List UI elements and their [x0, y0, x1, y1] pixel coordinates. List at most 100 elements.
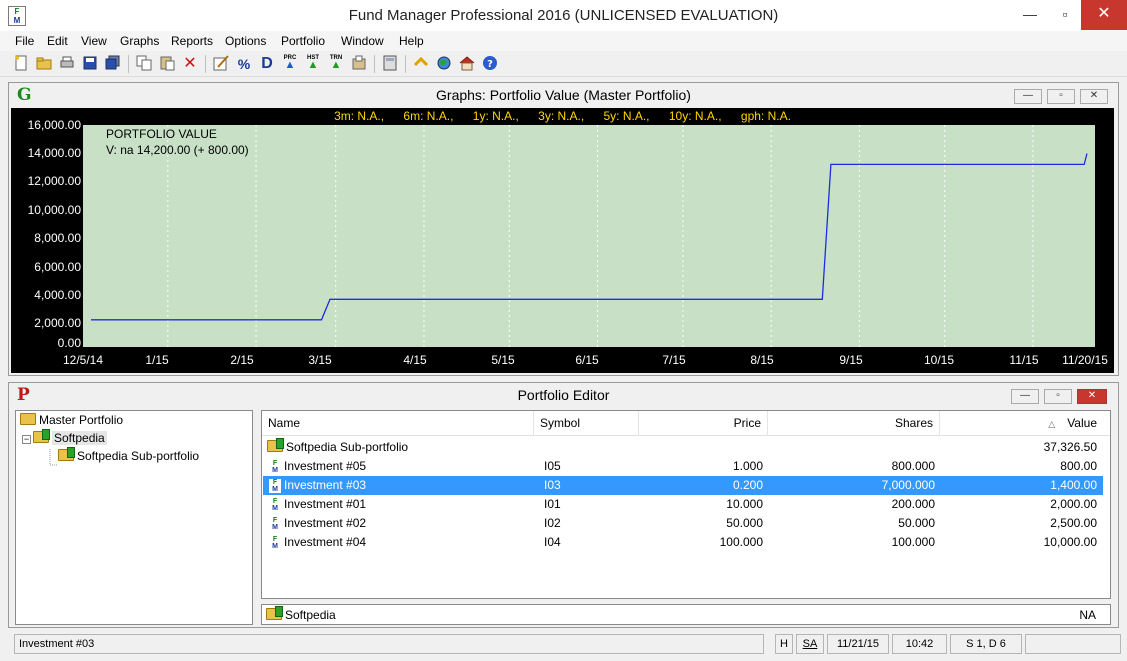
history-icon[interactable]: HST ▲ [304, 55, 322, 73]
x-tick-label: 11/15 [1009, 353, 1039, 367]
delete-icon[interactable]: ✕ [181, 55, 199, 73]
column-header-symbol[interactable]: Symbol [534, 411, 639, 436]
print-icon[interactable] [58, 55, 76, 73]
grid-header: Name Symbol Price Shares △ Value [262, 411, 1110, 436]
calculator-icon[interactable] [381, 55, 399, 73]
x-tick-label: 3/15 [308, 353, 332, 367]
close-icon: ✕ [1087, 390, 1097, 401]
x-tick-label: 10/15 [923, 353, 955, 367]
save-icon[interactable] [81, 55, 99, 73]
portfolio-folder-icon [266, 606, 283, 620]
status-text: Investment #03 [14, 634, 764, 654]
graph-window-title: Graphs: Portfolio Value (Master Portfoli… [436, 87, 691, 103]
status-sa[interactable]: SA [796, 634, 824, 654]
cell-value: 37,326.50 [1043, 440, 1097, 454]
transactions-icon[interactable]: TRN ▲ [327, 55, 345, 73]
table-row[interactable]: F M Investment #02 I02 50.000 50.000 2,500… [263, 514, 1103, 533]
table-row[interactable]: F M Investment #01 I01 10.000 200.000 2,00… [263, 495, 1103, 514]
column-header-value[interactable]: △ Value [940, 411, 1103, 436]
cell-price: 50.000 [726, 516, 763, 530]
edit-icon[interactable] [212, 55, 230, 73]
title-bar: F M Fund Manager Professional 2016 (UNLI… [0, 0, 1127, 31]
x-tick-label: 12/5/14 [62, 353, 104, 367]
x-tick-label: 11/20/15 [1062, 353, 1108, 367]
menu-graphs[interactable]: Graphs [120, 34, 159, 48]
menu-file[interactable]: File [15, 34, 34, 48]
cell-symbol: I01 [544, 497, 561, 511]
refresh-icon[interactable] [412, 55, 430, 73]
fund-icon: FM [269, 479, 281, 493]
menu-help[interactable]: Help [399, 34, 424, 48]
web-icon[interactable] [435, 55, 453, 73]
maximize-button[interactable]: ▫ [1048, 0, 1082, 30]
cell-shares: 100.000 [891, 535, 935, 549]
restore-icon: ▫ [1056, 390, 1060, 401]
column-header-price[interactable]: Price [639, 411, 768, 436]
help-icon[interactable]: ? [481, 55, 499, 73]
toolbar-separator [128, 55, 129, 73]
cell-shares [773, 438, 935, 457]
menu-view[interactable]: View [81, 34, 107, 48]
close-button[interactable]: ✕ [1081, 0, 1127, 30]
graph-restore-button[interactable]: ▫ [1047, 89, 1075, 104]
x-tick-label: 4/15 [403, 353, 427, 367]
home-icon[interactable] [458, 55, 476, 73]
y-tick-label: 4,000.00 [34, 288, 81, 302]
portfolio-tree[interactable]: Master Portfolio − Softpedia Softpedia Su… [15, 410, 253, 625]
import-icon[interactable] [350, 55, 368, 73]
editor-close-button[interactable]: ✕ [1077, 389, 1107, 404]
cell-value: 1,400.00 [1050, 478, 1097, 492]
cell-name: F M Investment #01 [269, 495, 366, 514]
y-tick-label: 10,000.00 [27, 203, 81, 217]
table-row[interactable]: F M Investment #04 I04 100.000 100.000 10,… [263, 533, 1103, 552]
graph-minimize-button[interactable]: — [1014, 89, 1042, 104]
percent-icon[interactable]: % [235, 55, 253, 73]
minimize-icon: — [1020, 390, 1030, 401]
close-icon: ✕ [1097, 5, 1111, 22]
copy-icon[interactable] [135, 55, 153, 73]
stat-10y: 10y: N.A., [668, 109, 722, 123]
column-header-name[interactable]: Name [262, 411, 534, 436]
menu-portfolio[interactable]: Portfolio [281, 34, 325, 48]
paste-icon[interactable] [158, 55, 176, 73]
holdings-grid[interactable]: Name Symbol Price Shares △ Value Softpedi… [261, 410, 1111, 599]
cell-symbol: I05 [544, 459, 561, 473]
minimize-icon: — [1023, 6, 1037, 22]
table-row[interactable]: Softpedia Sub-portfolio 37,326.50 [263, 438, 1103, 457]
x-tick-label: 8/15 [750, 353, 774, 367]
toolbar-separator [374, 55, 375, 73]
graph-area[interactable]: 3m: N.A., 6m: N.A., 1y: N.A., 3y: N.A., … [11, 108, 1114, 373]
toolbar-separator [205, 55, 206, 73]
status-sd: S 1, D 6 [950, 634, 1022, 654]
prices-icon[interactable]: PRC ▲ [281, 55, 299, 73]
series-line-portfolio-value [91, 153, 1088, 321]
minimize-icon: — [1023, 90, 1033, 101]
editor-restore-button[interactable]: ▫ [1044, 389, 1072, 404]
menu-window[interactable]: Window [341, 34, 384, 48]
y-tick-label: 2,000.00 [34, 316, 81, 330]
menu-edit[interactable]: Edit [47, 34, 68, 48]
fund-icon: FM [272, 498, 278, 512]
menu-reports[interactable]: Reports [171, 34, 213, 48]
cell-shares: 800.000 [891, 459, 935, 473]
status-date: 11/21/15 [827, 634, 889, 654]
column-header-shares[interactable]: Shares [768, 411, 940, 436]
dividend-icon[interactable]: D [258, 55, 276, 73]
menu-options[interactable]: Options [225, 34, 266, 48]
new-icon[interactable] [12, 55, 30, 73]
cell-symbol: I02 [544, 516, 561, 530]
sort-ascending-icon: △ [1048, 419, 1056, 429]
tree-item-master-portfolio[interactable]: Master Portfolio [20, 413, 123, 427]
save-all-icon[interactable] [104, 55, 122, 73]
table-row[interactable]: F M Investment #05 I05 1.000 800.000 800.0… [263, 457, 1103, 476]
graph-close-button[interactable]: ✕ [1080, 89, 1108, 104]
minimize-button[interactable]: — [1013, 0, 1047, 30]
close-icon: ✕ [1089, 90, 1099, 101]
menu-bar: File Edit View Graphs Reports Options Po… [0, 31, 1127, 51]
x-tick-label: 5/15 [491, 353, 515, 367]
x-tick-label: 7/15 [662, 353, 686, 367]
open-icon[interactable] [35, 55, 53, 73]
editor-minimize-button[interactable]: — [1011, 389, 1039, 404]
table-row-selected[interactable]: F M Investment #03 I03 0.200 7,000.000 1,4… [263, 476, 1103, 495]
tree-item-softpedia-sub-portfolio[interactable]: Softpedia Sub-portfolio [58, 447, 199, 463]
